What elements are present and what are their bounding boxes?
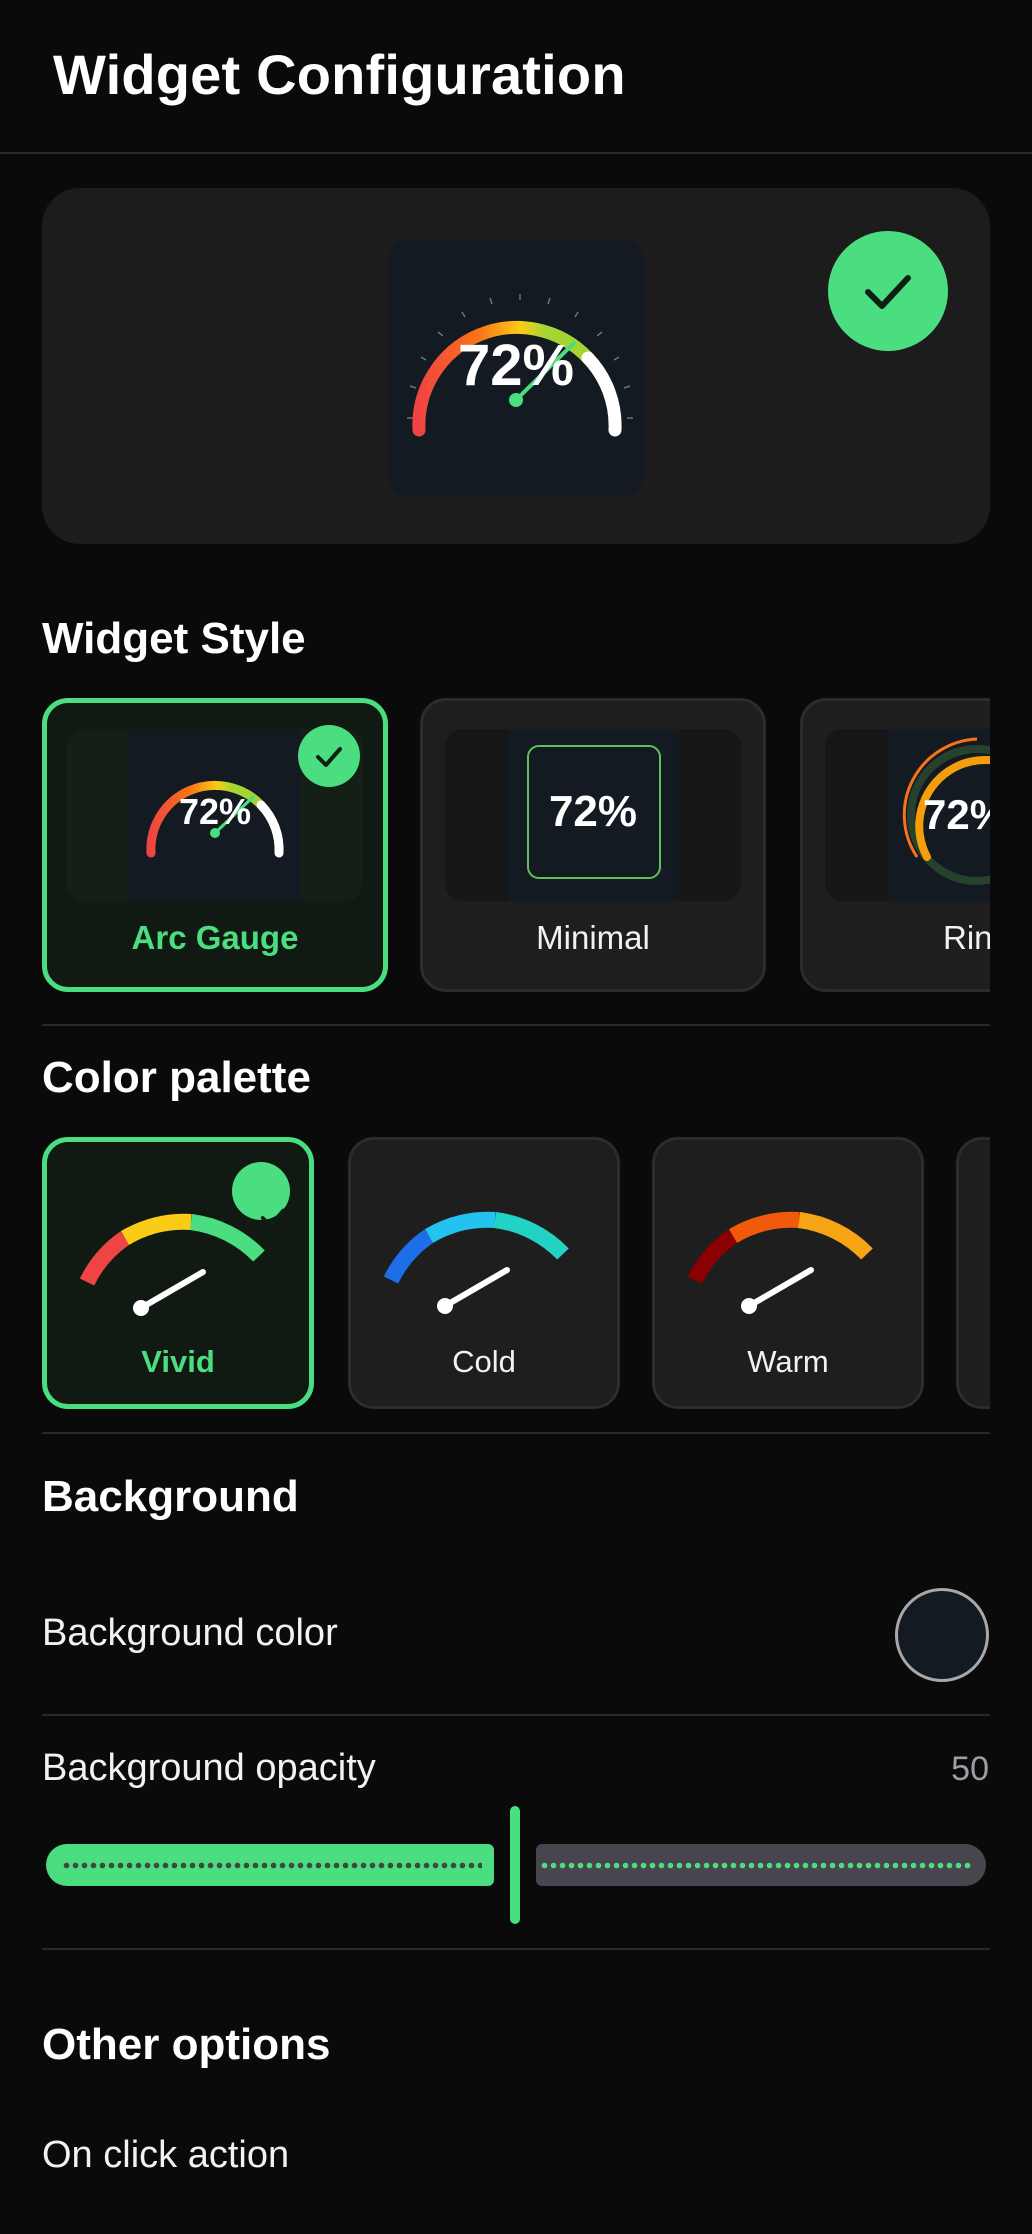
preview-value-text: 72% bbox=[457, 333, 575, 398]
divider bbox=[42, 1024, 990, 1026]
style-option-label: Arc Gauge bbox=[131, 919, 299, 956]
check-icon bbox=[260, 1208, 286, 1228]
palette-option-label: Vivid bbox=[141, 1344, 215, 1379]
cold-gauge-icon bbox=[383, 1211, 569, 1314]
style-preview-widget: 72% bbox=[507, 729, 679, 901]
style-preview-frame: 72% bbox=[825, 729, 990, 901]
confirm-button[interactable] bbox=[828, 231, 948, 351]
palette-option-label: Warm bbox=[747, 1344, 829, 1379]
style-preview-value: 72% bbox=[923, 791, 990, 838]
slider-active-ticks bbox=[62, 1862, 482, 1869]
background-opacity-value: 50 bbox=[951, 1750, 989, 1788]
style-option-arc-gauge[interactable]: 72% Arc Gauge bbox=[42, 698, 388, 992]
widget-preview-card: 72% bbox=[42, 188, 990, 544]
widget-configuration-screen: Widget Configuration 72% Widget Style 72… bbox=[0, 0, 1032, 2234]
divider bbox=[42, 1432, 990, 1434]
background-opacity-slider[interactable] bbox=[46, 1806, 986, 1924]
divider bbox=[42, 1948, 990, 1950]
divider bbox=[42, 1714, 990, 1716]
warm-gauge-icon bbox=[687, 1211, 873, 1314]
widget-style-list[interactable]: 72% Arc Gauge 72% Minimal 72 Rin bbox=[42, 698, 990, 992]
palette-option-label: Cold bbox=[452, 1344, 516, 1379]
page-title: Widget Configuration bbox=[53, 43, 626, 106]
widget-style-title: Widget Style bbox=[42, 614, 306, 663]
check-icon bbox=[865, 275, 911, 309]
selected-check-badge bbox=[298, 725, 360, 787]
top-app-bar: Widget Configuration bbox=[0, 0, 1032, 154]
selected-check-badge bbox=[232, 1162, 290, 1228]
style-option-minimal[interactable]: 72% Minimal bbox=[420, 698, 766, 992]
check-icon bbox=[316, 747, 342, 767]
background-color-label: Background color bbox=[42, 1612, 338, 1654]
color-palette-title: Color palette bbox=[42, 1053, 311, 1102]
style-preview-widget: 72% bbox=[129, 729, 301, 901]
widget-preview: 72% bbox=[388, 240, 644, 496]
palette-option-vivid[interactable]: Vivid bbox=[42, 1137, 314, 1409]
background-opacity-label: Background opacity bbox=[42, 1747, 376, 1789]
color-palette-list[interactable]: Vivid Cold Warm bbox=[42, 1137, 990, 1411]
slider-inactive-ticks bbox=[540, 1862, 972, 1869]
background-title: Background bbox=[42, 1472, 299, 1521]
style-option-label: Minimal bbox=[536, 919, 650, 956]
palette-option-more[interactable] bbox=[956, 1137, 990, 1409]
background-color-swatch[interactable] bbox=[895, 1588, 989, 1682]
on-click-action-item[interactable]: On click action bbox=[42, 2134, 289, 2177]
other-options-title: Other options bbox=[42, 2020, 331, 2069]
style-preview-widget: 72% bbox=[887, 729, 990, 901]
style-preview-value: 72% bbox=[178, 791, 252, 832]
palette-option-cold[interactable]: Cold bbox=[348, 1137, 620, 1409]
style-preview-value: 72% bbox=[548, 787, 638, 836]
slider-thumb[interactable] bbox=[510, 1806, 520, 1924]
style-option-label: Ring bbox=[943, 919, 990, 956]
palette-option-warm[interactable]: Warm bbox=[652, 1137, 924, 1409]
style-option-ring[interactable]: 72% Ring bbox=[800, 698, 990, 992]
style-preview-frame: 72% bbox=[445, 729, 741, 901]
